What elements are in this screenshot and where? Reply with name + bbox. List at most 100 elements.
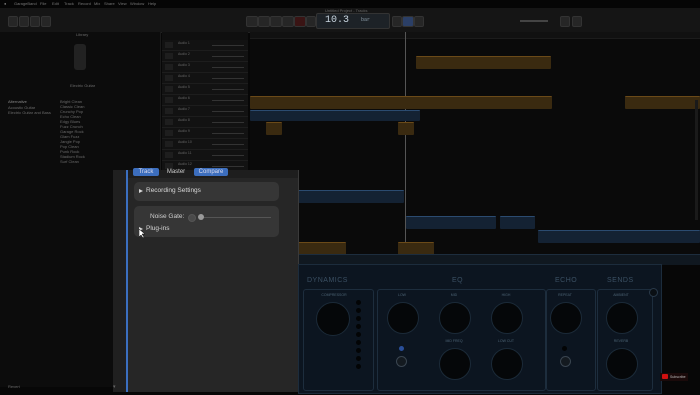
- noise-gate-slider-knob[interactable]: [198, 214, 204, 220]
- eq-low-knob[interactable]: [387, 302, 419, 334]
- track-volume-slider[interactable]: [212, 45, 244, 46]
- editors-icon[interactable]: [41, 16, 51, 27]
- help-icon[interactable]: [19, 16, 29, 27]
- inspector-footer-icon[interactable]: ▾: [113, 384, 123, 390]
- metronome-icon[interactable]: [402, 16, 414, 27]
- count-in-icon[interactable]: [414, 16, 424, 27]
- menu-item[interactable]: View: [118, 1, 127, 6]
- echo-repeat-knob[interactable]: [550, 302, 582, 334]
- audio-region[interactable]: [250, 96, 552, 109]
- audio-region[interactable]: [266, 122, 282, 135]
- playhead[interactable]: [405, 32, 406, 264]
- library-toggle-icon[interactable]: [8, 16, 18, 27]
- lcd-display[interactable]: 10.3 bar: [316, 13, 390, 29]
- stop-button[interactable]: [270, 16, 282, 27]
- library-category[interactable]: Alternative: [8, 99, 27, 104]
- tab-track[interactable]: Track: [133, 168, 159, 176]
- menu-item[interactable]: Window: [130, 1, 144, 6]
- track-volume-slider[interactable]: [212, 100, 244, 101]
- track-volume-slider[interactable]: [212, 89, 244, 90]
- midi-region[interactable]: [250, 110, 420, 121]
- midi-region[interactable]: [500, 216, 535, 229]
- eq-low-cut-knob[interactable]: [491, 348, 523, 380]
- rewind-button[interactable]: [246, 16, 258, 27]
- knob-label: MID FREQ: [445, 339, 463, 343]
- library-patch[interactable]: Surf Clean: [60, 159, 79, 164]
- track-name: Audio 10: [178, 140, 192, 144]
- audio-region[interactable]: [416, 56, 551, 69]
- midi-region[interactable]: [406, 216, 496, 229]
- track-header[interactable]: Audio 9: [162, 128, 248, 139]
- knob-label: REPEAT: [558, 293, 572, 297]
- menu-item[interactable]: File: [40, 1, 46, 6]
- eq-mid-knob[interactable]: [439, 302, 471, 334]
- compressor-knob[interactable]: [316, 302, 350, 336]
- revert-button[interactable]: Revert: [8, 384, 20, 389]
- track-volume-slider[interactable]: [212, 78, 244, 79]
- library-category[interactable]: Electric Guitar and Bass: [8, 110, 51, 115]
- play-button[interactable]: [282, 16, 294, 27]
- track-header[interactable]: Audio 6: [162, 95, 248, 106]
- track-name: Audio 9: [178, 129, 190, 133]
- recording-settings-label: Recording Settings: [146, 187, 201, 194]
- eq-toggle-switch[interactable]: [396, 356, 407, 367]
- loop-browser-icon[interactable]: [572, 16, 582, 27]
- menu-item[interactable]: Mix: [94, 1, 100, 6]
- eq-high-knob[interactable]: [491, 302, 523, 334]
- tracks-area[interactable]: [250, 32, 700, 265]
- audio-region[interactable]: [398, 122, 414, 135]
- menu-item[interactable]: Help: [148, 1, 156, 6]
- menu-item[interactable]: Track: [64, 1, 74, 6]
- noise-gate-slider[interactable]: [199, 217, 271, 218]
- track-volume-slider[interactable]: [212, 166, 244, 167]
- midi-region[interactable]: [298, 190, 404, 203]
- eq-mid-freq-knob[interactable]: [439, 348, 471, 380]
- apple-icon[interactable]: ●: [4, 1, 6, 6]
- midi-region[interactable]: [538, 230, 700, 243]
- track-header[interactable]: Audio 1: [162, 40, 248, 51]
- tuner-icon[interactable]: [392, 16, 402, 27]
- track-header[interactable]: Audio 7: [162, 106, 248, 117]
- track-volume-slider[interactable]: [212, 155, 244, 156]
- track-volume-slider[interactable]: [212, 133, 244, 134]
- section-title-sends: SENDS: [607, 277, 634, 284]
- track-volume-slider[interactable]: [212, 122, 244, 123]
- menu-item[interactable]: Share: [104, 1, 115, 6]
- cycle-button[interactable]: [306, 16, 316, 27]
- notepad-icon[interactable]: [560, 16, 570, 27]
- track-header[interactable]: Audio 4: [162, 73, 248, 84]
- track-header[interactable]: Audio 5: [162, 84, 248, 95]
- track-volume-slider[interactable]: [212, 144, 244, 145]
- subscribe-badge[interactable]: Subscribe: [660, 373, 688, 381]
- track-volume-slider[interactable]: [212, 56, 244, 57]
- track-name: Audio 5: [178, 85, 190, 89]
- menu-item[interactable]: GarageBand: [14, 1, 37, 6]
- track-header[interactable]: Audio 3: [162, 62, 248, 73]
- ruler[interactable]: [250, 32, 700, 39]
- smart-controls-icon[interactable]: [30, 16, 40, 27]
- record-button[interactable]: [294, 16, 306, 27]
- menu-item[interactable]: Edit: [52, 1, 59, 6]
- meter-led: [356, 324, 361, 329]
- track-header[interactable]: Audio 2: [162, 51, 248, 62]
- menu-item[interactable]: Record: [78, 1, 91, 6]
- tab-master[interactable]: Master: [163, 168, 189, 176]
- knob-label: COMPRESSOR: [321, 293, 347, 297]
- track-volume-slider[interactable]: [212, 67, 244, 68]
- recording-settings-section[interactable]: Recording Settings: [134, 182, 279, 201]
- audio-region[interactable]: [625, 96, 700, 109]
- forward-button[interactable]: [258, 16, 270, 27]
- track-header[interactable]: Audio 8: [162, 117, 248, 128]
- vertical-scrollbar[interactable]: [695, 100, 698, 220]
- track-header[interactable]: Audio 10: [162, 139, 248, 150]
- reverb-knob[interactable]: [606, 348, 638, 380]
- ambient-knob[interactable]: [606, 302, 638, 334]
- track-header[interactable]: Audio 11: [162, 150, 248, 161]
- disclosure-triangle-icon[interactable]: [139, 189, 143, 193]
- tab-compare[interactable]: Compare: [194, 168, 228, 176]
- track-name: Audio 11: [178, 151, 192, 155]
- echo-toggle-switch[interactable]: [560, 356, 571, 367]
- noise-gate-checkbox[interactable]: [188, 214, 196, 222]
- track-volume-slider[interactable]: [212, 111, 244, 112]
- volume-slider[interactable]: [520, 20, 548, 22]
